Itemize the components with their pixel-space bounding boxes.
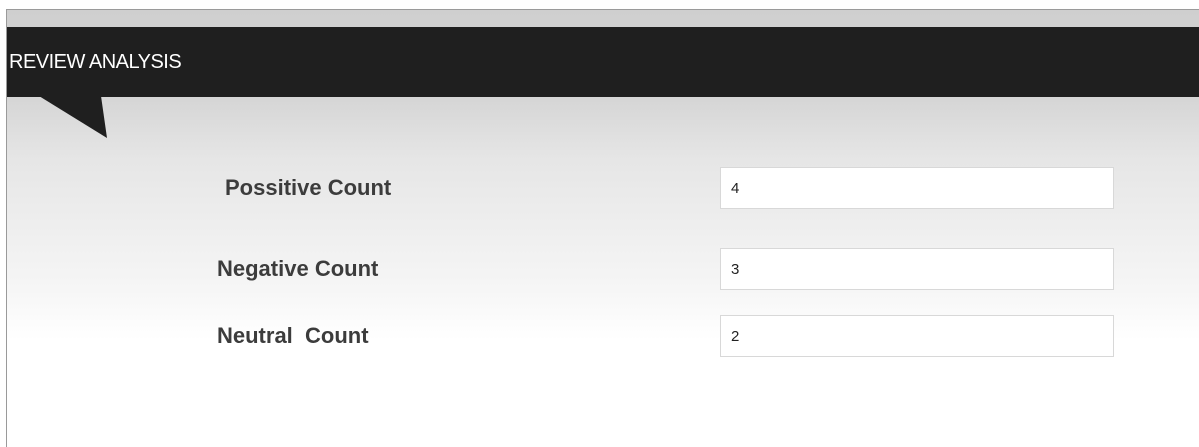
negative-count-label: Negative Count xyxy=(217,256,379,281)
positive-count-label: Possitive Count xyxy=(225,175,392,200)
form-row-positive: Possitive Count xyxy=(7,167,1199,209)
page-title: REVIEW ANALYSIS xyxy=(9,51,182,73)
header-bar: REVIEW ANALYSIS xyxy=(7,27,1199,97)
neutral-count-field[interactable] xyxy=(720,315,1114,357)
negative-count-field[interactable] xyxy=(720,248,1114,290)
header-pointer-decoration xyxy=(39,96,107,138)
form-row-negative: Negative Count xyxy=(7,248,1199,290)
neutral-count-label: Neutral Count xyxy=(217,323,369,348)
review-analysis-panel: REVIEW ANALYSIS Possitive Count Negative… xyxy=(6,9,1199,447)
form-row-neutral: Neutral Count xyxy=(7,315,1199,357)
positive-count-field[interactable] xyxy=(720,167,1114,209)
